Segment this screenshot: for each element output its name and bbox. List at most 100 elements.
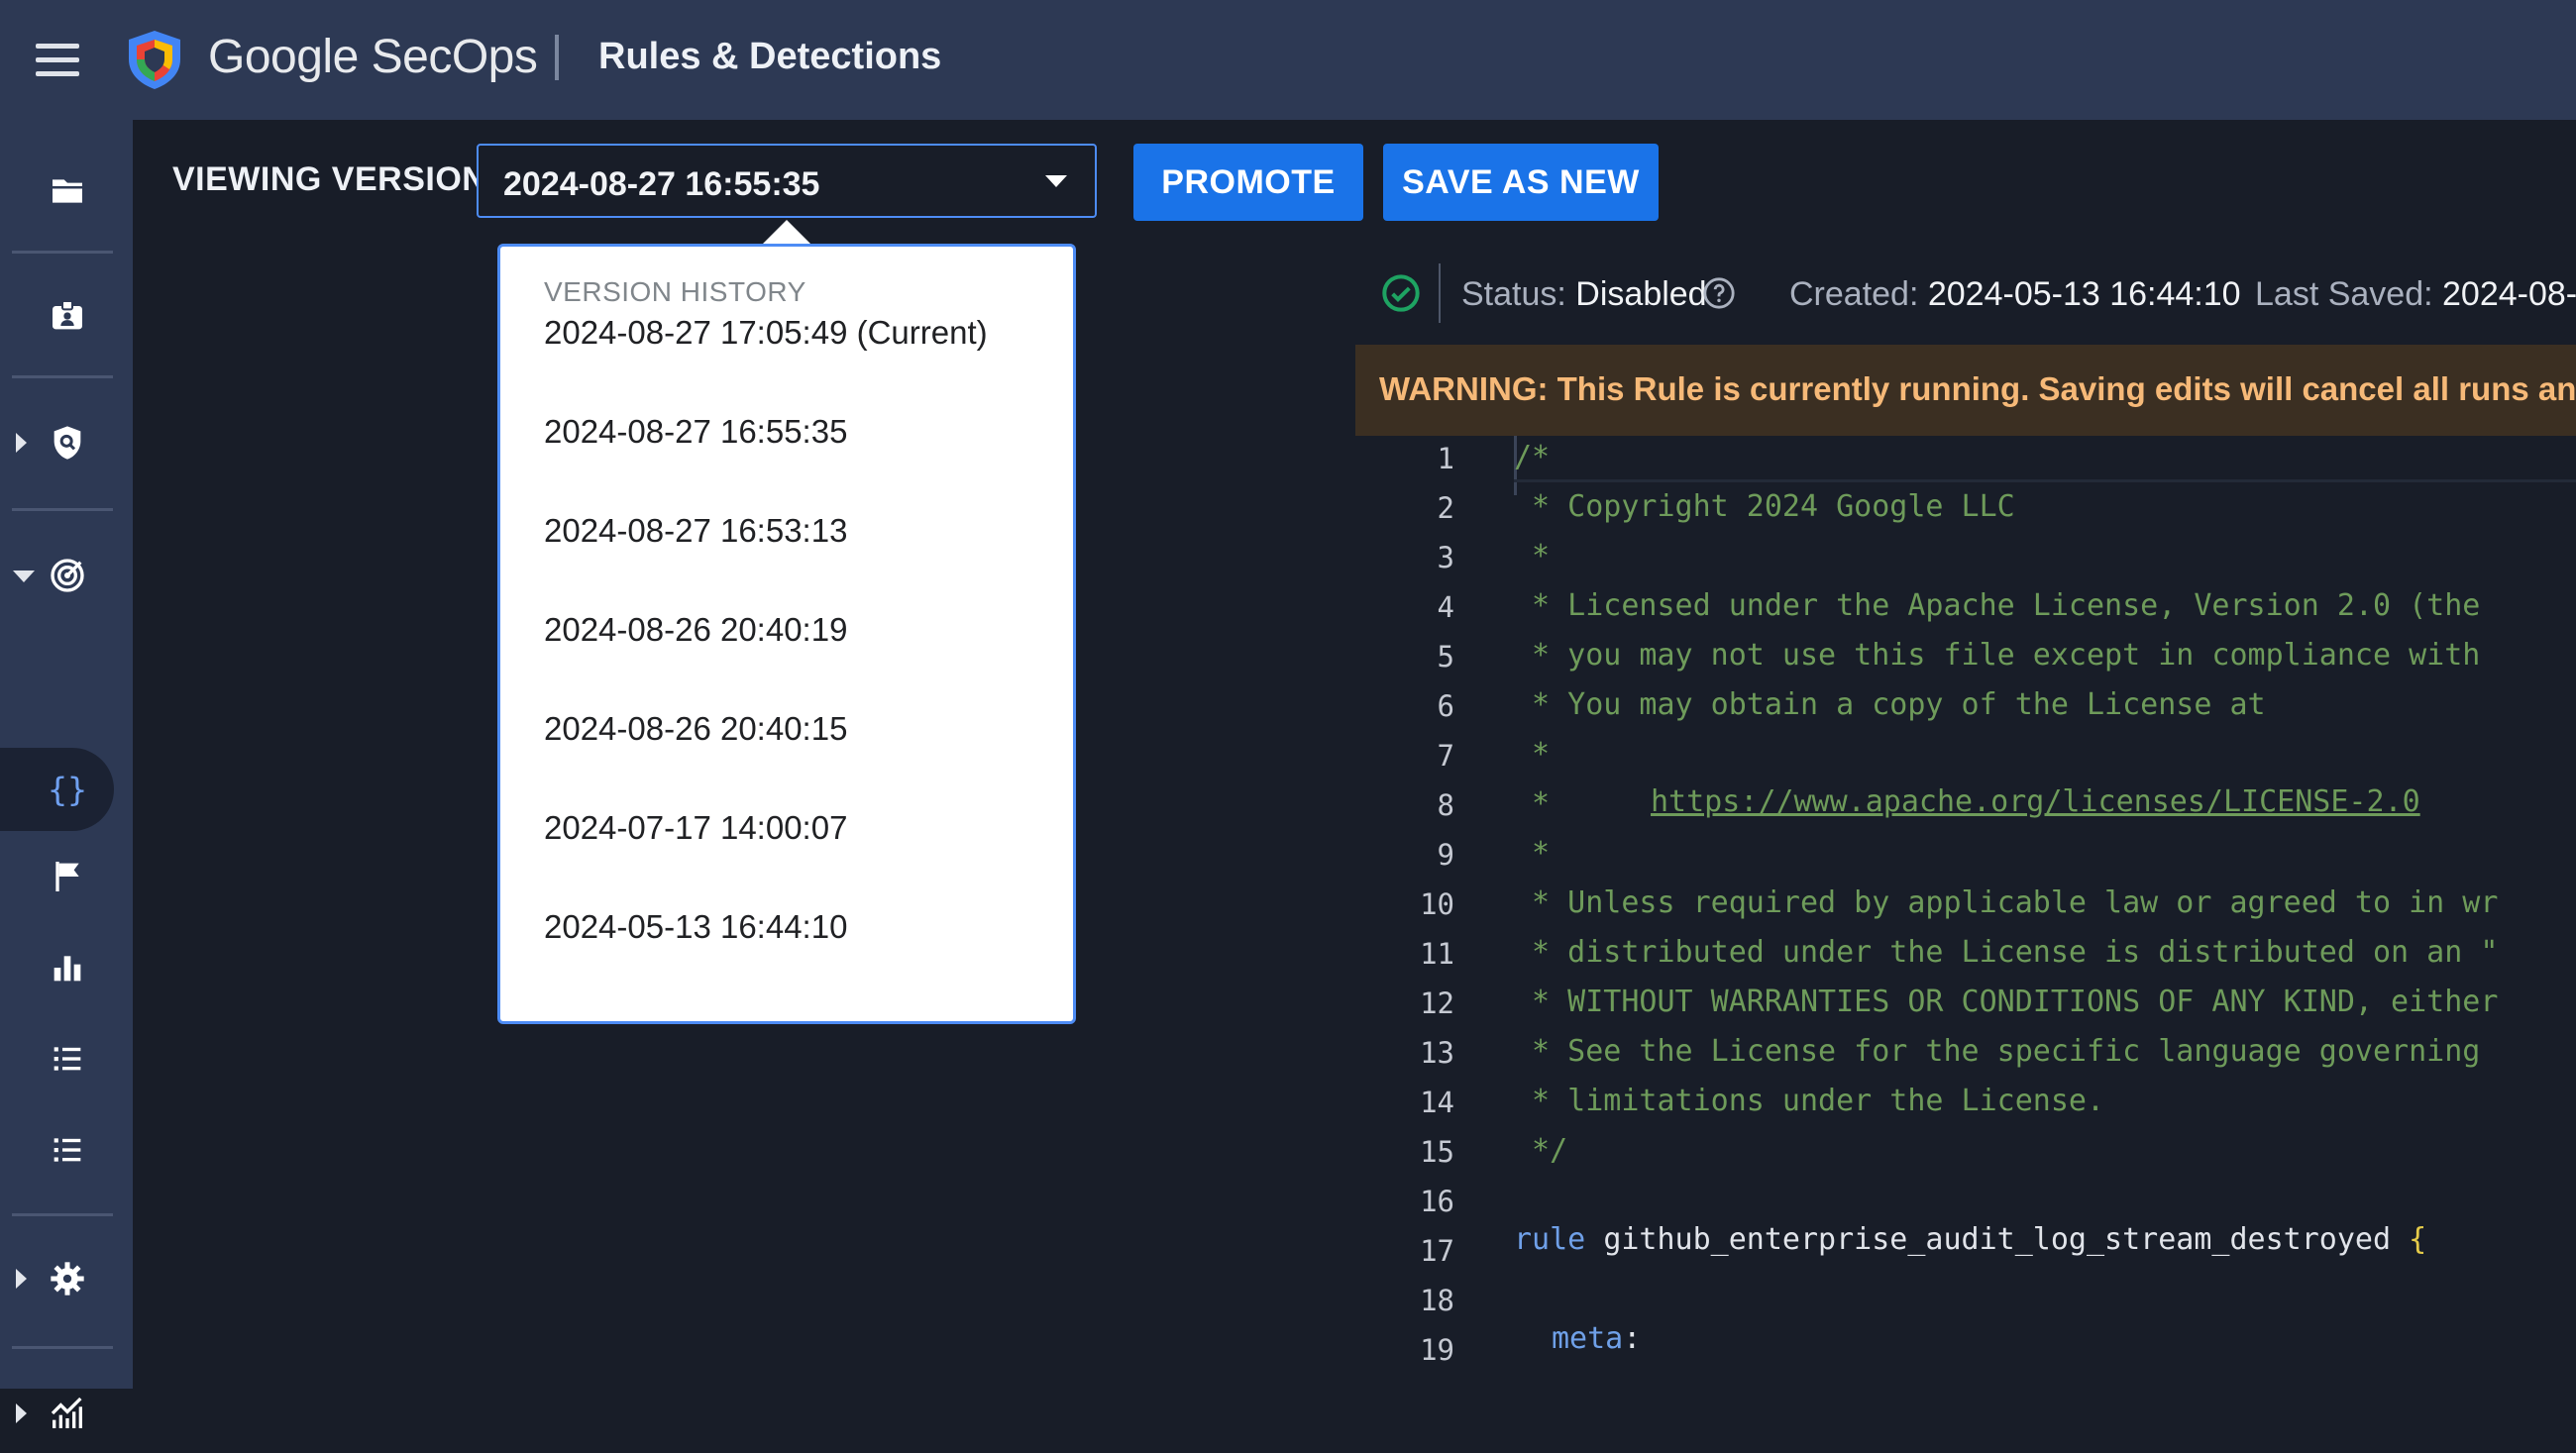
rule-name: github_enterprise_audit_log_stream_destr…: [1603, 1222, 2392, 1257]
brand-name: Google SecOps: [208, 31, 538, 83]
version-option[interactable]: 2024-08-26 20:40:15: [544, 710, 847, 748]
created-value: 2024-05-13 16:44:10: [1927, 275, 2241, 313]
status-text: Status: Disabled: [1461, 275, 1707, 313]
check-circle-icon: [1382, 274, 1420, 312]
code-line: */: [1514, 1133, 1568, 1168]
save-as-new-button[interactable]: SAVE AS NEW: [1383, 144, 1659, 221]
chevron-right-icon: [16, 1403, 27, 1423]
chevron-down-icon: [1045, 175, 1067, 187]
help-icon[interactable]: [1702, 276, 1736, 310]
list-icon: [54, 1047, 81, 1071]
gear-icon: [51, 1262, 84, 1296]
sidebar-divider: [12, 1213, 113, 1216]
rule-declaration: rule github_enterprise_audit_log_stream_…: [1514, 1222, 2426, 1257]
sidebar-item-list-a[interactable]: [0, 1019, 133, 1098]
line-number: 14: [1420, 1086, 1454, 1119]
version-select[interactable]: 2024-08-27 16:55:35: [477, 144, 1097, 218]
bar-chart-icon: [54, 956, 81, 982]
header-divider: [555, 35, 559, 80]
line-number: 10: [1420, 887, 1454, 921]
analytics-icon: [51, 1397, 82, 1428]
line-number: 16: [1420, 1185, 1454, 1218]
version-option[interactable]: 2024-08-27 17:05:49 (Current): [544, 314, 988, 352]
open-brace: {: [2409, 1222, 2427, 1257]
version-option[interactable]: 2024-05-13 16:44:10: [544, 908, 847, 946]
code-line: * You may obtain a copy of the License a…: [1514, 687, 2266, 722]
line-number: 1: [1437, 442, 1454, 475]
chevron-right-icon: [16, 1269, 27, 1289]
license-link[interactable]: https://www.apache.org/licenses/LICENSE-…: [1651, 784, 2420, 819]
selected-version: 2024-08-27 16:55:35: [503, 165, 820, 203]
created-text: Created: 2024-05-13 16:44:10: [1789, 275, 2241, 313]
current-line-highlight: [1514, 479, 2576, 482]
meta-section: meta:: [1552, 1321, 1642, 1356]
secops-shield-logo: [129, 31, 180, 89]
code-line: *: [1514, 836, 1551, 871]
curly-braces-icon: {}: [48, 771, 87, 809]
code-line: * WITHOUT WARRANTIES OR CONDITIONS OF AN…: [1514, 985, 2499, 1019]
sidebar-item-badge[interactable]: [0, 276, 133, 356]
line-number: 12: [1420, 986, 1454, 1020]
code-line: * distributed under the License is distr…: [1514, 935, 2499, 970]
code-line: *: [1514, 737, 1551, 772]
sidebar-divider: [12, 508, 113, 511]
top-app-bar: Google SecOps Rules & Detections: [0, 0, 2576, 120]
code-line: *: [1514, 786, 1640, 821]
running-warning-banner: WARNING: This Rule is currently running.…: [1355, 345, 2576, 436]
chevron-down-icon: [13, 571, 35, 582]
rule-keyword: rule: [1514, 1222, 1586, 1257]
sidebar-item-rules-editor[interactable]: {}: [0, 750, 133, 829]
folder-icon: [53, 179, 82, 203]
code-line: * you may not use this file except in co…: [1514, 638, 2481, 673]
page-title: Rules & Detections: [598, 36, 942, 77]
sidebar-item-analytics[interactable]: [0, 1374, 133, 1453]
line-number: 7: [1437, 739, 1454, 773]
version-history-dropdown: VERSION HISTORY 2024-08-27 17:05:49 (Cur…: [497, 244, 1076, 1024]
line-number: 3: [1437, 541, 1454, 574]
sidebar-divider: [12, 375, 113, 378]
last-saved-value: 2024-08-27: [2442, 275, 2576, 313]
line-number: 8: [1437, 788, 1454, 822]
list-icon: [54, 1138, 81, 1162]
dropdown-pointer: [761, 220, 812, 246]
line-number: 9: [1437, 838, 1454, 872]
line-number: 4: [1437, 590, 1454, 624]
code-line: *: [1514, 539, 1551, 573]
sidebar-item-cases[interactable]: [0, 152, 133, 231]
last-saved-text: Last Saved: 2024-08-27: [2255, 275, 2576, 314]
version-option[interactable]: 2024-07-17 14:00:07: [544, 809, 847, 847]
sidebar-divider: [12, 251, 113, 254]
code-editor[interactable]: 1 2 3 4 5 6 7 8 9 10 11 12 13 14 15 16 17 18 19 /* * Copyr…: [1355, 436, 2576, 1389]
line-number: 13: [1420, 1036, 1454, 1070]
status-divider: [1439, 263, 1441, 323]
version-option[interactable]: 2024-08-27 16:53:13: [544, 512, 847, 550]
sidebar-item-detection[interactable]: [0, 536, 133, 615]
sidebar: {}: [0, 120, 133, 1428]
sidebar-item-settings[interactable]: [0, 1239, 133, 1318]
sidebar-item-alerts[interactable]: [0, 837, 133, 916]
line-number: 15: [1420, 1135, 1454, 1169]
menu-icon[interactable]: [34, 42, 81, 77]
code-line: * limitations under the License.: [1514, 1084, 2105, 1118]
status-value: Disabled: [1575, 275, 1707, 313]
line-number: 6: [1437, 689, 1454, 723]
sidebar-divider: [12, 1346, 113, 1349]
sidebar-item-list-b[interactable]: [0, 1110, 133, 1190]
line-number: 19: [1420, 1333, 1454, 1367]
promote-button[interactable]: PROMOTE: [1133, 144, 1363, 221]
sidebar-item-dashboard[interactable]: [0, 928, 133, 1007]
badge-icon: [53, 300, 82, 330]
line-number: 11: [1420, 937, 1454, 971]
code-line: * Licensed under the Apache License, Ver…: [1514, 588, 2481, 623]
flag-icon: [55, 862, 79, 891]
code-line: * Unless required by applicable law or a…: [1514, 885, 2499, 920]
code-line: * See the License for the specific langu…: [1514, 1034, 2481, 1069]
viewing-version-label: VIEWING VERSION:: [172, 160, 499, 198]
version-option[interactable]: 2024-08-26 20:40:19: [544, 611, 847, 649]
line-number: 5: [1437, 640, 1454, 674]
line-number: 18: [1420, 1284, 1454, 1317]
chevron-right-icon: [16, 433, 27, 453]
code-line: * Copyright 2024 Google LLC: [1514, 489, 2015, 524]
sidebar-item-investigation[interactable]: [0, 403, 133, 482]
version-option[interactable]: 2024-08-27 16:55:35: [544, 413, 847, 451]
